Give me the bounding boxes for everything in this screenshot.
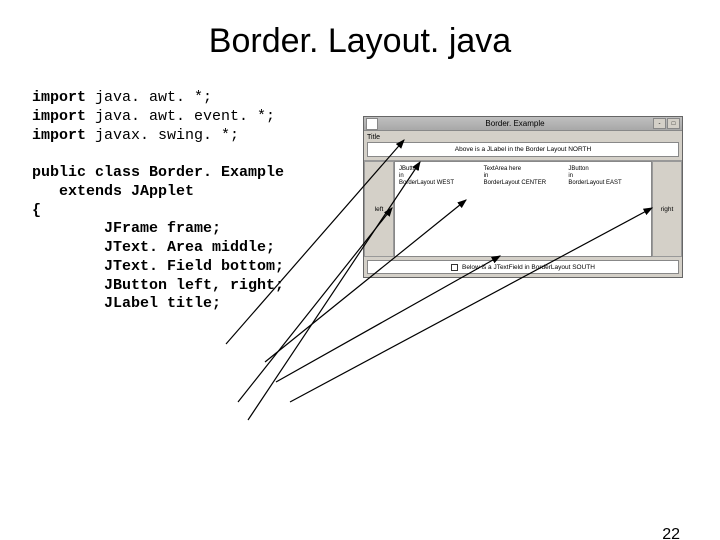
center-col: JButton in BorderLayout EAST: [568, 166, 647, 252]
code-line: public class Border. Example: [32, 164, 284, 181]
code-text: java. awt. event. *;: [95, 108, 275, 125]
txt: BorderLayout WEST: [399, 180, 478, 187]
center-col: TextArea here in BorderLayout CENTER: [484, 166, 563, 252]
page-title: Border. Layout. java: [0, 22, 720, 61]
window-controls: - □: [652, 118, 680, 129]
txt: JButton: [568, 166, 647, 173]
system-icon: [366, 118, 378, 130]
code-line: JLabel title;: [32, 295, 221, 312]
close-icon[interactable]: □: [667, 118, 680, 129]
south-text: Below is a JTextField in BorderLayout SO…: [462, 264, 595, 271]
south-panel: Below is a JTextField in BorderLayout SO…: [364, 257, 682, 277]
middle-row: left JButton in BorderLayout WEST TextAr…: [364, 161, 682, 257]
window-title: Border. Example: [378, 119, 652, 128]
page-number: 22: [662, 526, 680, 540]
north-panel: Title Above is a JLabel in the Border La…: [364, 131, 682, 161]
code-text: java. awt. *;: [95, 89, 212, 106]
code-text: javax. swing. *;: [95, 127, 239, 144]
west-button[interactable]: left: [364, 161, 394, 257]
kw-import: import: [32, 108, 95, 125]
code-line: JButton left, right;: [32, 277, 284, 294]
center-col: JButton in BorderLayout WEST: [399, 166, 478, 252]
titlebar: Border. Example - □: [364, 117, 682, 131]
checkbox-icon: [451, 264, 458, 271]
txt: BorderLayout EAST: [568, 180, 647, 187]
kw-import: import: [32, 89, 95, 106]
south-textfield[interactable]: Below is a JTextField in BorderLayout SO…: [367, 260, 679, 274]
txt: in: [568, 173, 647, 180]
txt: in: [484, 173, 563, 180]
txt: TextArea here: [484, 166, 563, 173]
window-body: Title Above is a JLabel in the Border La…: [364, 131, 682, 277]
txt: JButton: [399, 166, 478, 173]
kw-import: import: [32, 127, 95, 144]
code-line: extends JApplet: [32, 183, 194, 200]
txt: BorderLayout CENTER: [484, 180, 563, 187]
north-jlabel: Above is a JLabel in the Border Layout N…: [367, 142, 679, 157]
east-button[interactable]: right: [652, 161, 682, 257]
minimize-icon[interactable]: -: [653, 118, 666, 129]
center-textarea[interactable]: JButton in BorderLayout WEST TextArea he…: [394, 161, 652, 257]
title-label: Title: [367, 134, 679, 141]
code-line: JFrame frame;: [32, 220, 221, 237]
code-line: JText. Field bottom;: [32, 258, 284, 275]
txt: in: [399, 173, 478, 180]
code-line: JText. Area middle;: [32, 239, 275, 256]
code-line: {: [32, 202, 41, 219]
applet-window: Border. Example - □ Title Above is a JLa…: [363, 116, 683, 278]
